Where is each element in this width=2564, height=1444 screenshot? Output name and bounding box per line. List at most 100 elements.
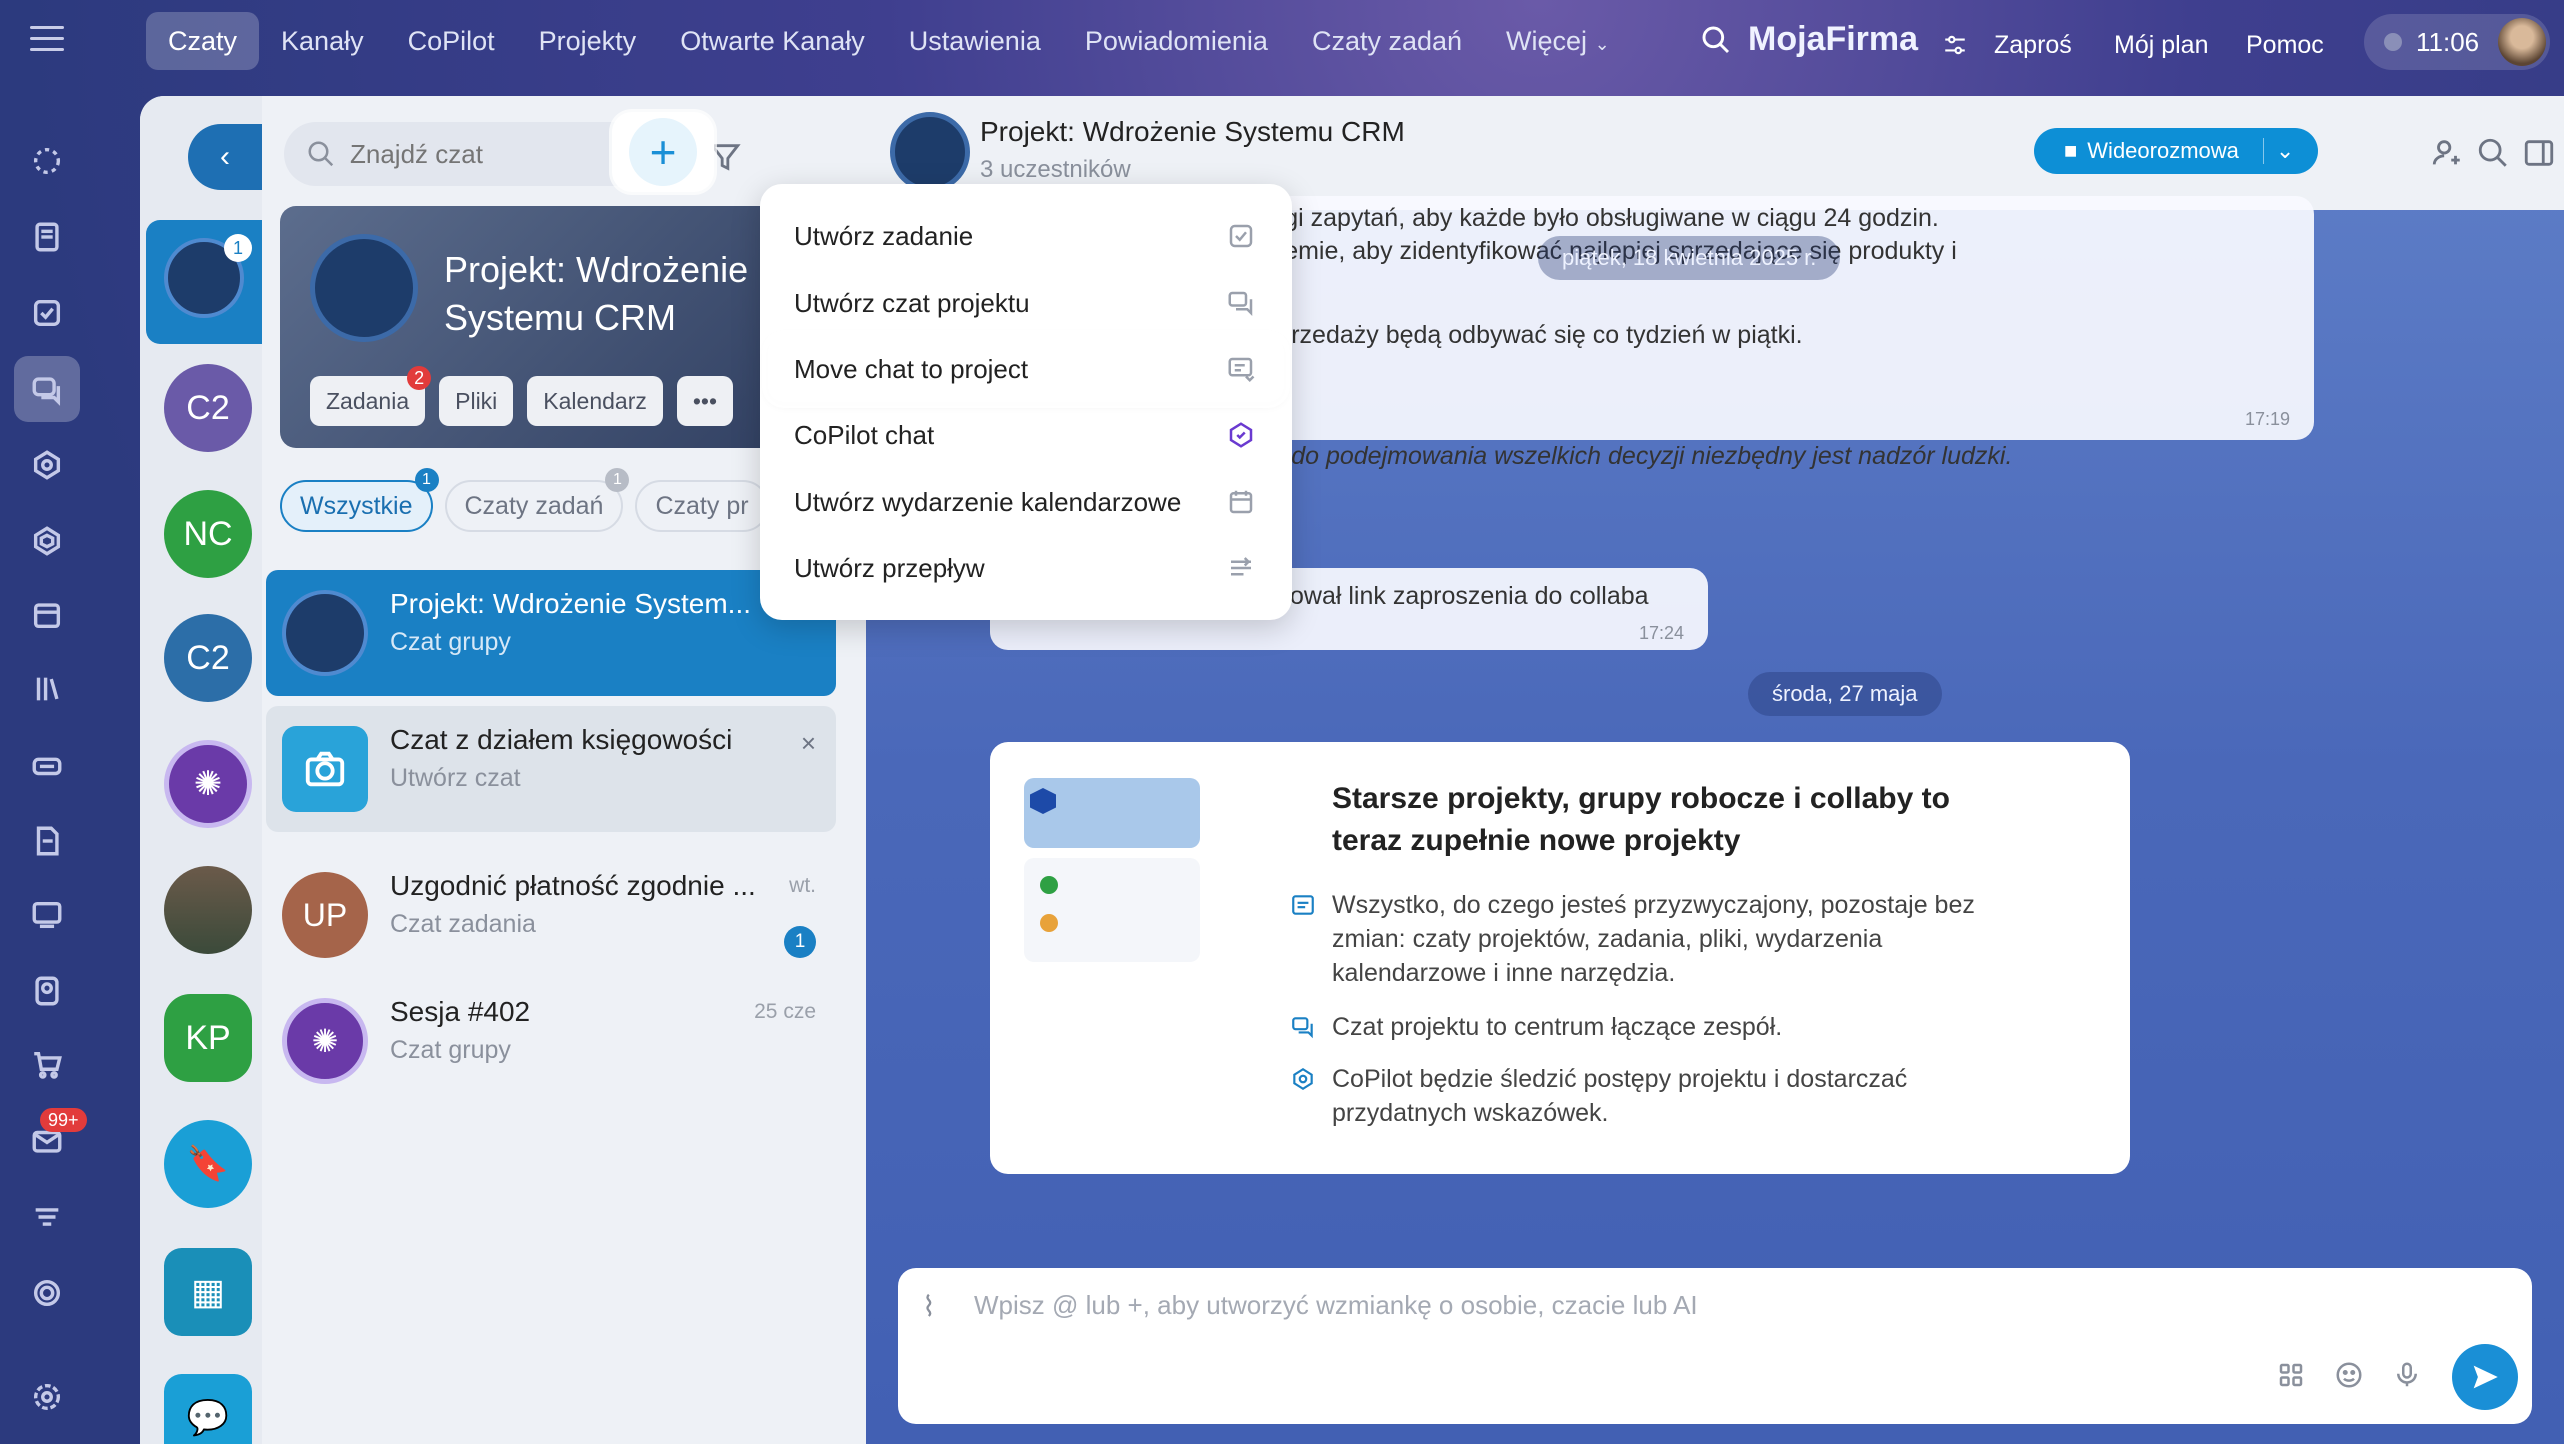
nav-item-settings[interactable]: Ustawienia bbox=[887, 12, 1063, 70]
menu-item-label: CoPilot chat bbox=[794, 419, 935, 450]
collapse-button[interactable]: ‹ bbox=[188, 124, 262, 190]
contacts-icon[interactable] bbox=[26, 970, 68, 1012]
microphone-icon[interactable] bbox=[2392, 1360, 2422, 1390]
library-icon[interactable] bbox=[26, 668, 68, 710]
paperclip-icon[interactable]: ⌇ bbox=[922, 1290, 936, 1323]
menu-item-create-flow[interactable]: Utwórz przepływ bbox=[768, 535, 1284, 601]
nav-item-copilot[interactable]: CoPilot bbox=[386, 12, 517, 70]
chevron-down-icon[interactable]: ⌄ bbox=[2262, 138, 2294, 164]
my-plan-button[interactable]: Mój plan bbox=[2100, 20, 2223, 70]
create-menu: Utwórz zadanie Utwórz czat projektu Move… bbox=[760, 184, 1292, 620]
drive-icon[interactable] bbox=[26, 744, 68, 786]
chat-filters: Wszystkie 1 Czaty zadań 1 Czaty pr bbox=[280, 468, 769, 532]
more-button[interactable]: ••• bbox=[676, 376, 734, 426]
stream-icon[interactable] bbox=[26, 140, 68, 182]
rail-entry-photo[interactable] bbox=[164, 866, 252, 954]
filter-all[interactable]: Wszystkie 1 bbox=[280, 468, 439, 532]
tasks-icon[interactable] bbox=[26, 292, 68, 334]
rail-entry-calendar[interactable]: ▦ bbox=[164, 1248, 252, 1336]
create-new-button[interactable]: + bbox=[612, 112, 714, 192]
message-composer: ⌇ bbox=[898, 1268, 2532, 1424]
crm-icon[interactable] bbox=[26, 894, 68, 936]
rail-entry-bookmark[interactable]: 🔖 bbox=[164, 1120, 252, 1208]
nav-item-open-channels[interactable]: Otwarte Kanały bbox=[658, 12, 887, 70]
nav-item-projects[interactable]: Projekty bbox=[517, 12, 659, 70]
apps-grid-icon[interactable] bbox=[2276, 1360, 2306, 1390]
chat-item-subtitle: Czat zadania bbox=[390, 910, 536, 938]
close-icon[interactable]: × bbox=[801, 728, 816, 759]
add-user-icon[interactable] bbox=[2430, 136, 2464, 170]
chat-item-project[interactable]: Projekt: Wdrożenie System... Czat grupy bbox=[266, 570, 836, 696]
rail-entry-kp[interactable]: KP bbox=[164, 994, 252, 1082]
hamburger-menu-icon[interactable] bbox=[30, 26, 64, 52]
calendar-icon[interactable] bbox=[26, 594, 68, 636]
tasks-button[interactable]: Zadania 2 bbox=[310, 366, 432, 426]
goals-icon[interactable] bbox=[26, 1272, 68, 1314]
nav-item-task-chats[interactable]: Czaty zadań bbox=[1290, 12, 1484, 70]
menu-item-move-chat-to-project[interactable]: Move chat to project bbox=[768, 336, 1284, 402]
main-menu: Czaty Kanały CoPilot Projekty Otwarte Ka… bbox=[146, 12, 1632, 70]
chat-participants[interactable]: 3 uczestników bbox=[980, 156, 1131, 184]
document-icon[interactable] bbox=[26, 820, 68, 862]
video-call-button[interactable]: ■ Wideorozmowa ⌄ bbox=[2034, 128, 2318, 174]
rail-entry-chat[interactable]: 💬 bbox=[164, 1374, 252, 1444]
send-button[interactable] bbox=[2452, 1344, 2518, 1410]
messenger-icon[interactable] bbox=[14, 356, 80, 422]
sidebar-toggle-icon[interactable] bbox=[2522, 136, 2556, 170]
list-icon bbox=[1292, 895, 1314, 915]
hexagon-icon[interactable] bbox=[26, 520, 68, 562]
filter-task-chats[interactable]: Czaty zadań 1 bbox=[444, 468, 630, 532]
message-input[interactable] bbox=[974, 1290, 2374, 1321]
top-navigation: Czaty Kanały CoPilot Projekty Otwarte Ka… bbox=[0, 0, 2564, 86]
feed-icon[interactable] bbox=[26, 216, 68, 258]
chat-item-subtitle: Czat grupy bbox=[390, 1036, 511, 1064]
menu-item-create-calendar-event[interactable]: Utwórz wydarzenie kalendarzowe bbox=[768, 469, 1284, 535]
settings-gear-icon[interactable] bbox=[26, 1376, 68, 1418]
menu-item-create-task[interactable]: Utwórz zadanie bbox=[768, 203, 1284, 269]
project-card[interactable]: Projekt: Wdrożenie Systemu CRM Zadania 2 … bbox=[280, 206, 840, 448]
shop-cart-icon[interactable] bbox=[26, 1044, 68, 1086]
nav-item-channels[interactable]: Kanały bbox=[259, 12, 386, 70]
move-chat-icon bbox=[1228, 357, 1255, 383]
nav-item-notifications[interactable]: Powiadomienia bbox=[1063, 12, 1290, 70]
rail-entry-c2-second[interactable]: C2 bbox=[164, 614, 252, 702]
avatar: UP bbox=[282, 872, 368, 958]
search-icon[interactable] bbox=[2476, 136, 2510, 170]
chat-item-accounting[interactable]: Czat z działem księgowości Utwórz czat × bbox=[266, 706, 836, 832]
rail-entry-nc[interactable]: NC bbox=[164, 490, 252, 578]
calendar-button[interactable]: Kalendarz bbox=[527, 376, 663, 426]
automation-icon[interactable] bbox=[26, 1196, 68, 1238]
menu-item-create-project-chat[interactable]: Utwórz czat projektu bbox=[768, 270, 1284, 336]
chat-avatar[interactable] bbox=[890, 112, 970, 192]
menu-item-label: Move chat to project bbox=[794, 353, 1029, 384]
rail-entry-copilot[interactable]: ✺ bbox=[164, 740, 252, 828]
nav-more-label: Więcej bbox=[1506, 26, 1588, 56]
invite-button[interactable]: Zaproś bbox=[1980, 20, 2086, 70]
plus-icon: + bbox=[629, 118, 697, 186]
emoji-icon[interactable] bbox=[2334, 1360, 2364, 1390]
chat-item-time: 25 cze bbox=[754, 1000, 816, 1023]
copilot-icon: ✺ bbox=[193, 765, 223, 803]
nav-item-more[interactable]: Więcej ⌄ bbox=[1484, 12, 1632, 70]
chat-title[interactable]: Projekt: Wdrożenie Systemu CRM bbox=[980, 116, 1405, 148]
search-input[interactable] bbox=[350, 138, 650, 170]
chat-item-session[interactable]: ✺ Sesja #402 Czat grupy 25 cze bbox=[266, 978, 836, 1104]
chat-item-payment[interactable]: UP Uzgodnić płatność zgodnie ... Czat za… bbox=[266, 852, 836, 978]
filter-sliders-icon[interactable] bbox=[1942, 32, 1968, 58]
unread-badge: 1 bbox=[784, 926, 816, 958]
clock-widget[interactable]: 11:06 bbox=[2364, 14, 2550, 70]
search-icon[interactable] bbox=[1700, 24, 1732, 56]
rail-entry-c2[interactable]: C2 bbox=[164, 364, 252, 452]
help-button[interactable]: Pomoc bbox=[2232, 20, 2338, 70]
files-button[interactable]: Pliki bbox=[439, 376, 514, 426]
nav-item-chats[interactable]: Czaty bbox=[146, 12, 260, 70]
rail-entry-selected[interactable]: 1 bbox=[146, 220, 262, 344]
copilot-icon bbox=[1293, 1067, 1313, 1091]
copilot-icon[interactable] bbox=[26, 444, 68, 486]
user-avatar[interactable] bbox=[2498, 18, 2546, 66]
tasks-badge: 2 bbox=[407, 366, 432, 390]
filter-project-chats[interactable]: Czaty pr bbox=[635, 480, 769, 532]
video-call-label: Wideorozmowa bbox=[2087, 138, 2239, 163]
menu-item-copilot-chat[interactable]: CoPilot chat bbox=[768, 402, 1284, 468]
mail-icon[interactable]: 99+ bbox=[26, 1108, 87, 1162]
